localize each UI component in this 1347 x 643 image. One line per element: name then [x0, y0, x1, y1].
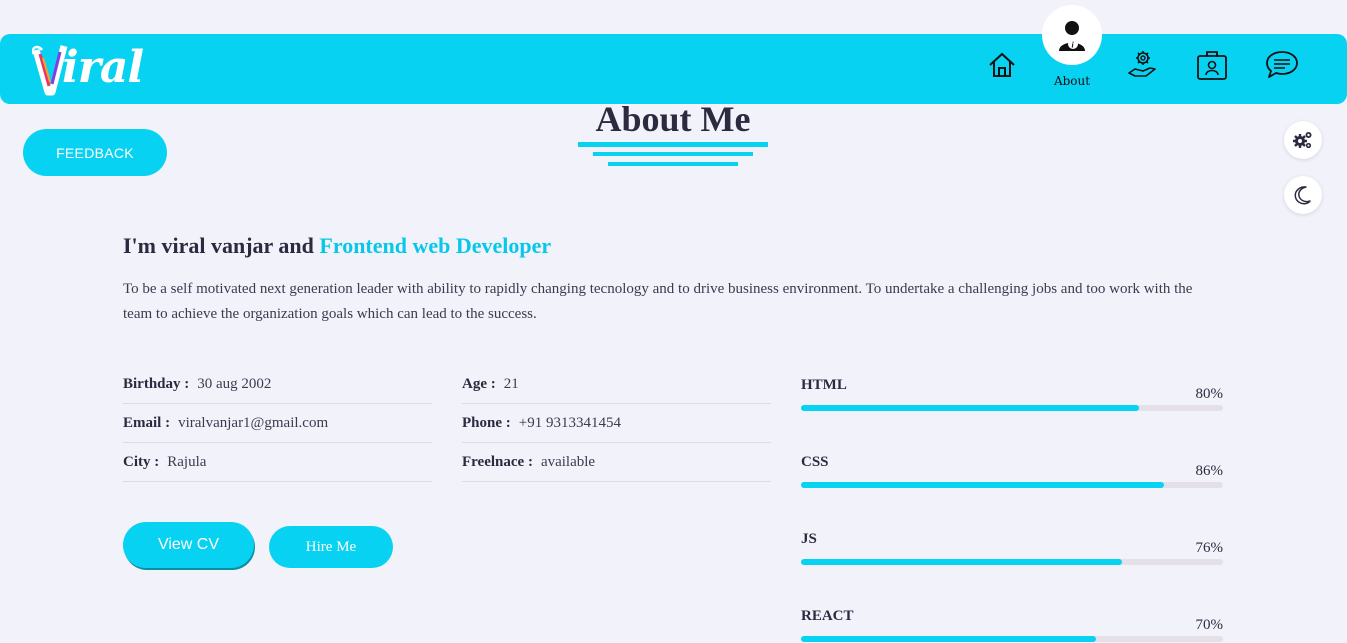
info-row-phone: Phone : +91 9313341454	[462, 404, 771, 443]
info-label: Email :	[123, 414, 171, 431]
nav-services[interactable]	[1125, 48, 1159, 82]
nav-home[interactable]	[985, 48, 1019, 82]
title-underline	[608, 162, 738, 166]
site-logo[interactable]: iral	[32, 42, 162, 100]
page-title: About Me	[595, 99, 751, 139]
headline-prefix: I'm viral vanjar and	[123, 233, 320, 258]
skill-progress-track	[801, 636, 1223, 642]
feedback-button[interactable]: FEEDBACK	[23, 129, 167, 176]
bio-text: To be a self motivated next generation l…	[123, 281, 1193, 322]
id-badge-icon	[1197, 51, 1227, 80]
skill-percent: 70%	[1195, 617, 1224, 633]
info-row-city: City : Rajula	[123, 443, 432, 482]
dark-mode-toggle[interactable]	[1284, 176, 1322, 214]
skill-name: JS	[801, 531, 817, 547]
chat-icon	[1266, 51, 1298, 78]
nav-about[interactable]: i	[1042, 5, 1102, 65]
skill-progress-track	[801, 405, 1223, 411]
gears-icon	[1293, 132, 1312, 149]
skill-progress-track	[801, 559, 1223, 565]
skill-progress-fill	[801, 405, 1139, 411]
title-underline	[593, 152, 753, 156]
skill-percent: 86%	[1195, 463, 1224, 479]
skill-progress-fill	[801, 636, 1097, 642]
skill-name: REACT	[801, 608, 854, 624]
skill-progress-fill	[801, 559, 1122, 565]
skill-html: HTML 80%	[801, 377, 1223, 437]
info-row-freelance: Freelnace : available	[462, 443, 771, 482]
info-label: City :	[123, 453, 160, 470]
title-underline	[578, 142, 768, 147]
info-row-birthday: Birthday : 30 aug 2002	[123, 365, 432, 404]
info-row-email: Email : viralvanjar1@gmail.com	[123, 404, 432, 443]
nav-about-label[interactable]: About	[1042, 74, 1102, 88]
info-value: viralvanjar1@gmail.com	[178, 414, 329, 431]
skill-name: CSS	[801, 454, 829, 470]
about-headline: I'm viral vanjar and Frontend web Develo…	[123, 233, 551, 259]
moon-icon	[1294, 186, 1311, 205]
settings-button[interactable]	[1284, 121, 1322, 159]
info-column-right: Age : 21 Phone : +91 9313341454 Freelnac…	[462, 365, 771, 482]
info-label: Freelnace :	[462, 453, 533, 470]
skill-css: CSS 86%	[801, 454, 1223, 514]
info-value: 30 aug 2002	[197, 375, 272, 392]
user-info-icon: i	[1059, 21, 1085, 51]
hire-me-button[interactable]: Hire Me	[269, 526, 393, 568]
info-label: Phone :	[462, 414, 511, 431]
info-row-age: Age : 21	[462, 365, 771, 404]
gear-hand-icon	[1128, 51, 1156, 77]
info-label: Age :	[462, 375, 496, 392]
logo-text: iral	[62, 42, 144, 93]
info-label: Birthday :	[123, 375, 190, 392]
headline-role: Frontend web Developer	[319, 233, 552, 258]
info-value: +91 9313341454	[518, 414, 621, 431]
info-column-left: Birthday : 30 aug 2002 Email : viralvanj…	[123, 365, 432, 482]
home-icon	[989, 52, 1015, 77]
nav-contact[interactable]	[1265, 48, 1299, 82]
skill-name: HTML	[801, 377, 847, 393]
skill-progress-track	[801, 482, 1223, 488]
info-value: available	[540, 453, 596, 470]
view-cv-button[interactable]: View CV	[123, 522, 254, 568]
skill-percent: 76%	[1195, 540, 1224, 556]
info-value: Rajula	[167, 453, 207, 470]
info-value: 21	[503, 375, 519, 392]
skill-progress-fill	[801, 482, 1164, 488]
skill-percent: 80%	[1195, 386, 1224, 402]
skill-react: REACT 70%	[801, 608, 1223, 643]
nav-portfolio[interactable]	[1195, 48, 1229, 82]
skill-js: JS 76%	[801, 531, 1223, 591]
